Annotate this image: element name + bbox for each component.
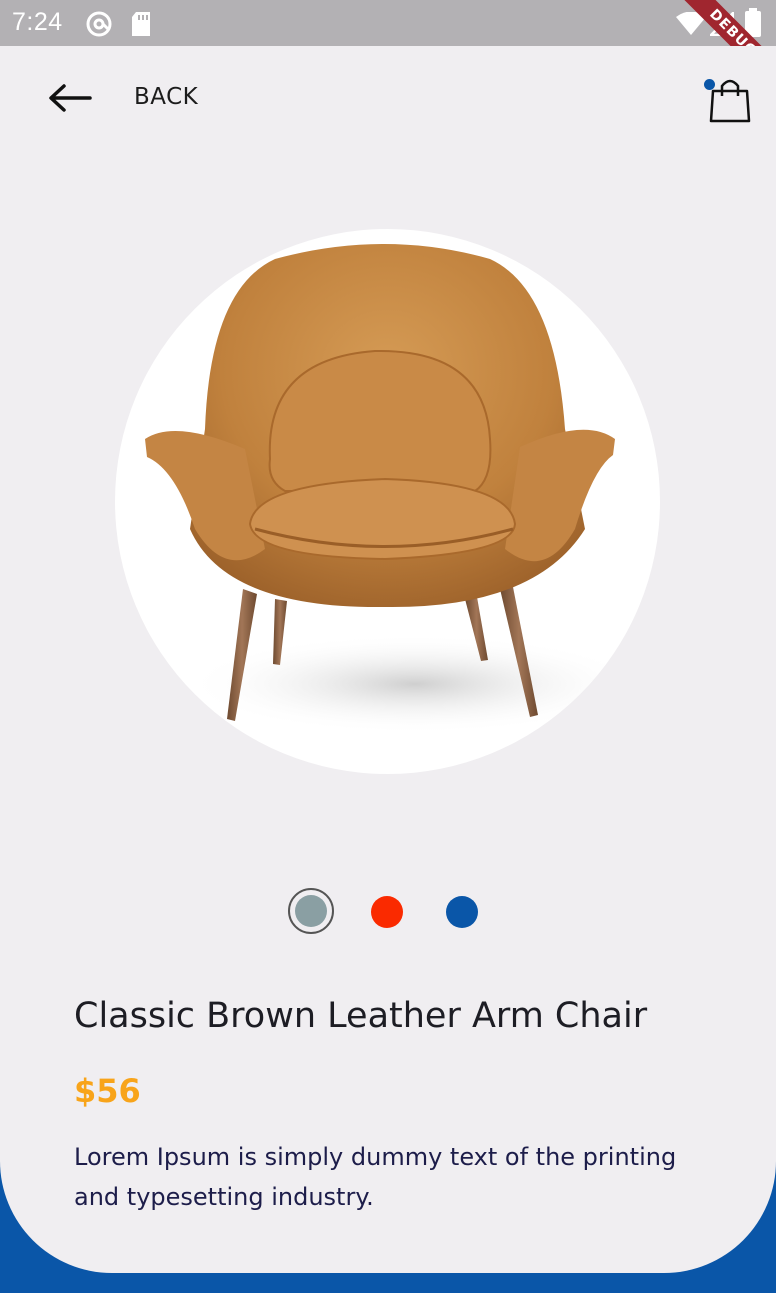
product-description: Lorem Ipsum is simply dummy text of the …: [74, 1143, 677, 1211]
swatch-grey[interactable]: [288, 888, 334, 934]
status-time: 7:24: [12, 8, 63, 36]
swatch-red[interactable]: [371, 896, 403, 928]
product-title: Classic Brown Leather Arm Chair: [74, 996, 648, 1036]
product-image: [115, 229, 660, 774]
cart-badge: [704, 79, 715, 90]
at-sign-icon: [86, 11, 112, 41]
sd-card-icon: [130, 11, 152, 41]
arrow-left-icon: [46, 84, 94, 120]
color-swatches: [0, 888, 776, 936]
swatch-blue[interactable]: [446, 896, 478, 928]
shopping-bag-icon: [702, 79, 752, 128]
back-label[interactable]: BACK: [134, 84, 198, 110]
back-button[interactable]: [46, 80, 94, 116]
status-bar: 7:24 DEBUG: [0, 0, 776, 108]
product-price: $56: [74, 1072, 141, 1110]
armchair-illustration: [145, 244, 645, 734]
cart-button[interactable]: [702, 76, 752, 124]
